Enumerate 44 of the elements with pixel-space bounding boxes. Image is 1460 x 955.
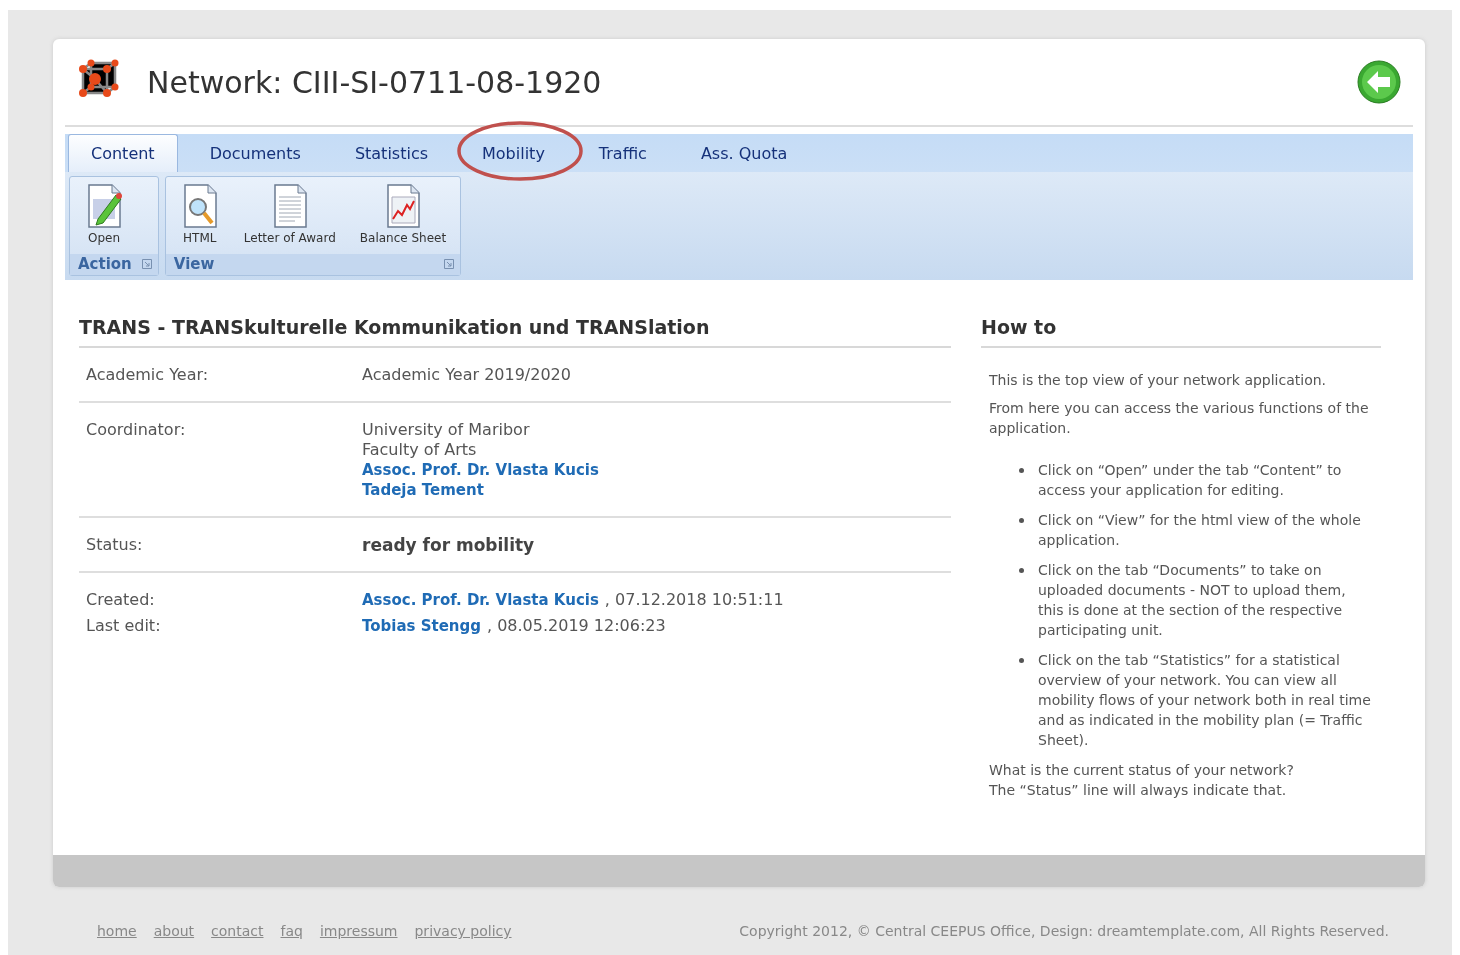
field-label: Coordinator:: [85, 420, 187, 441]
field-value: , 07.12.2018 10:51:11: [604, 590, 784, 610]
field-value: Faculty of Arts: [362, 440, 477, 460]
help-paragraph: What is the current status of your network?: [989, 761, 1295, 780]
field-label: Academic Year:: [85, 365, 210, 385]
ribbon-tab[interactable]: Traffic: [576, 134, 669, 172]
bullet-icon: [1019, 468, 1024, 473]
person-link[interactable]: Assoc. Prof. Dr. Vlasta Kucis: [362, 590, 599, 610]
field-label: Status:: [85, 535, 144, 555]
ribbon-tab[interactable]: Content: [68, 134, 178, 172]
field-value: , 08.05.2019 12:06:23: [487, 616, 666, 636]
person-link[interactable]: Assoc. Prof. Dr. Vlasta Kucis: [362, 460, 599, 480]
section-heading: How to: [981, 316, 1381, 348]
bullet-icon: [1019, 518, 1024, 523]
field-label: Created:: [85, 590, 156, 610]
ribbon-button[interactable]: HTML: [171, 181, 228, 254]
ribbon-button[interactable]: Balance Sheet: [351, 181, 455, 254]
field-value: University of Maribor: [362, 420, 530, 440]
dialog-launcher-icon[interactable]: [141, 259, 152, 269]
help-paragraph: From here you can access the various functions of the application.: [989, 399, 1370, 438]
ribbon-tab[interactable]: Statistics: [332, 134, 450, 172]
person-link[interactable]: Tadeja Tement: [362, 480, 484, 500]
page-title: Network: CIII-SI-0711-08-1920: [147, 64, 602, 100]
status-value: ready for mobility: [362, 535, 535, 555]
help-item: Click on “Open” under the tab “Content” to access your application for editing.: [1038, 461, 1343, 500]
field-label: Last edit:: [85, 616, 162, 636]
bullet-icon: [1019, 568, 1024, 573]
dialog-launcher-icon[interactable]: [444, 259, 455, 269]
help-item: Click on “View” for the html view of the whole application.: [1038, 511, 1362, 550]
help-paragraph: This is the top view of your network application.: [989, 371, 1328, 390]
bullet-icon: [1019, 658, 1024, 663]
ribbon-tab[interactable]: Ass. Quota: [678, 134, 810, 172]
field-value: Academic Year 2019/2020: [362, 365, 571, 385]
person-link[interactable]: Tobias Stengg: [362, 616, 481, 636]
help-item: Click on the tab “Documents” to take on uploaded documents - NOT to upload them, this is done at the section of the respective participating unit.: [1038, 561, 1347, 640]
copyright-text: Copyright 2012, © Central CEEPUS Office, Design: dreamtemplate.com, All Rights Reserved.: [739, 923, 1389, 939]
ribbon-tab[interactable]: Documents: [187, 134, 323, 172]
group-label: Action: [78, 255, 132, 273]
help-item: Click on the tab “Statistics” for a statistical overview of your network. You can view all mobility flows of your network both in real time and as indicated in the mobility plan (= Traffic Sheet).: [1038, 651, 1372, 750]
section-heading: TRANS - TRANSkulturelle Kommunikation und TRANSlation: [79, 316, 951, 348]
ribbon-button[interactable]: Open: [76, 181, 132, 254]
group-label: View: [173, 255, 215, 273]
help-paragraph: The “Status” line will always indicate that.: [989, 781, 1288, 800]
ribbon-button[interactable]: Letter of Award: [235, 181, 344, 254]
